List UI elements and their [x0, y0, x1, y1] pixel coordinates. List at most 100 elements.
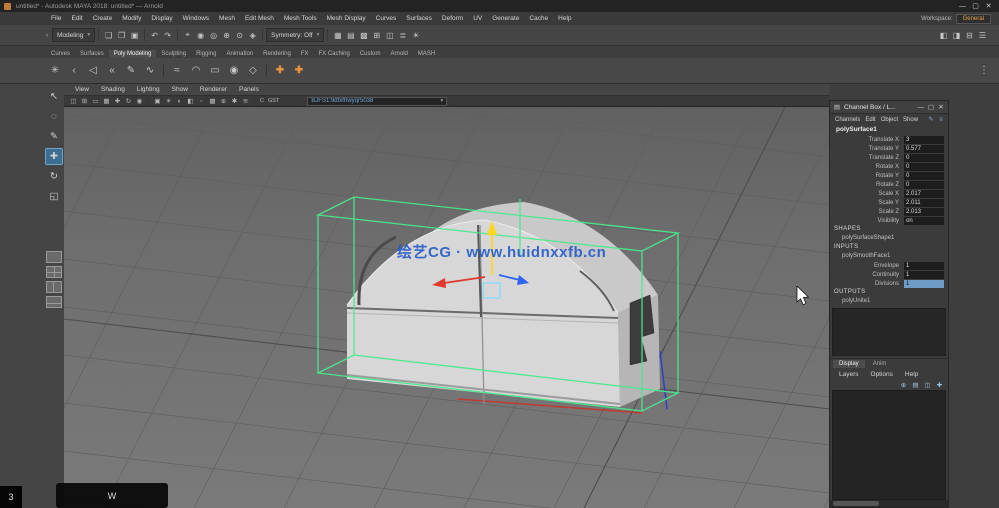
gate-mask-icon[interactable]: ◧: [185, 96, 196, 106]
channel-value-field[interactable]: 2.013: [904, 207, 944, 216]
lasso-tool-button[interactable]: ◌: [45, 108, 63, 125]
shelf-tab-mash[interactable]: MASH: [413, 50, 440, 58]
rotate-tool-button[interactable]: ↻: [45, 168, 63, 185]
window-close-button[interactable]: ✕: [982, 2, 995, 10]
channel-box-menu-channels[interactable]: Channels: [833, 117, 862, 123]
camera-attributes-icon[interactable]: ▭: [90, 96, 101, 106]
extend-curve-icon[interactable]: ◇: [244, 62, 262, 80]
layer-menu-layers[interactable]: Layers: [834, 371, 864, 378]
gate-ratio-chip[interactable]: GST: [266, 98, 281, 104]
symmetry-dropdown[interactable]: Symmetry: Off ▾: [266, 28, 325, 42]
render-setup-icon[interactable]: ≣: [396, 29, 409, 42]
manipulator-mode-icon[interactable]: ✎: [927, 116, 935, 124]
layer-tab-anim[interactable]: Anim: [867, 360, 893, 368]
channel-value-field[interactable]: 0: [904, 171, 944, 180]
selected-object-name[interactable]: polySurface1: [830, 125, 948, 135]
wireframe-shaded-icon[interactable]: ✱: [229, 96, 240, 106]
textured-icon[interactable]: ≋: [240, 96, 251, 106]
menu-mesh[interactable]: Mesh: [214, 15, 240, 22]
shelf-tab-surfaces[interactable]: Surfaces: [75, 50, 109, 58]
panel-menu-view[interactable]: View: [70, 86, 94, 93]
snap-to-grid-icon[interactable]: ⌖: [181, 29, 194, 42]
ep-curve-tool-icon[interactable]: ✳: [46, 62, 64, 80]
make-live-icon[interactable]: ⊙: [233, 29, 246, 42]
panel-menu-lighting[interactable]: Lighting: [132, 86, 165, 93]
channel-box-maximize-button[interactable]: ▢: [926, 103, 936, 111]
shelf-tab-custom[interactable]: Custom: [355, 50, 386, 58]
layer-list-scrollbar[interactable]: [830, 500, 948, 507]
gate-chip[interactable]: C: [258, 98, 266, 104]
shelf-tab-sculpting[interactable]: Sculpting: [156, 50, 191, 58]
layer-menu-options[interactable]: Options: [866, 371, 898, 378]
channel-box-close-button[interactable]: ✕: [936, 103, 946, 111]
channel-value-field[interactable]: 2.017: [904, 189, 944, 198]
snap-to-point-icon[interactable]: ◎: [207, 29, 220, 42]
shape-node-name[interactable]: polySurfaceShape1: [830, 234, 948, 243]
move-layer-up-icon[interactable]: ⊕: [899, 380, 908, 389]
window-minimize-button[interactable]: —: [956, 3, 969, 10]
menu-create[interactable]: Create: [88, 15, 118, 22]
layer-tab-display[interactable]: Display: [833, 360, 865, 368]
menu-modify[interactable]: Modify: [117, 15, 146, 22]
shelf-tab-rigging[interactable]: Rigging: [191, 50, 221, 58]
new-scene-button[interactable]: ❏: [102, 29, 115, 42]
output-node-name[interactable]: polyUnite1: [830, 297, 948, 306]
layer-menu-help[interactable]: Help: [900, 371, 923, 378]
channel-value-field[interactable]: on: [904, 216, 944, 225]
move-tool-button[interactable]: ✚: [45, 148, 63, 165]
menu-uv[interactable]: UV: [468, 15, 487, 22]
resolution-gate-icon[interactable]: ◐: [174, 96, 185, 106]
oversampling-icon[interactable]: ◉: [134, 96, 145, 106]
add-divider-to-shelf-icon[interactable]: ✚: [290, 62, 308, 80]
pencil-curve-tool-icon[interactable]: «: [103, 62, 121, 80]
menu-deform[interactable]: Deform: [437, 15, 468, 22]
menu-edit[interactable]: Edit: [66, 15, 87, 22]
menu-set-dropdown[interactable]: Modeling ▾: [52, 28, 96, 42]
ipr-render-icon[interactable]: ▩: [357, 29, 370, 42]
shelf-tab-curves[interactable]: Curves: [46, 50, 75, 58]
viewport-canvas[interactable]: [64, 107, 830, 508]
menu-cache[interactable]: Cache: [524, 15, 553, 22]
viewport-selection-combo[interactable]: BJFS1:9dfxfhwyqr5038 ▾: [307, 96, 448, 106]
safe-action-icon[interactable]: ▩: [207, 96, 218, 106]
save-scene-button[interactable]: ▣: [128, 29, 141, 42]
shelf-overflow-menu-icon[interactable]: ⋮: [975, 62, 993, 80]
menu-curves[interactable]: Curves: [371, 15, 402, 22]
select-tool-button[interactable]: ↖: [45, 88, 63, 105]
shelf-tab-rendering[interactable]: Rendering: [258, 50, 296, 58]
menu-help[interactable]: Help: [553, 15, 576, 22]
freehand-curve-icon[interactable]: ✎: [122, 62, 140, 80]
menu-display[interactable]: Display: [146, 15, 177, 22]
layout-pane-with-outliner-button[interactable]: [46, 296, 62, 308]
paint-select-tool-button[interactable]: ✎: [45, 128, 63, 145]
shelf-tab-fx[interactable]: FX: [296, 50, 314, 58]
channel-value-field[interactable]: 3: [904, 135, 944, 144]
menu-generate[interactable]: Generate: [487, 15, 524, 22]
panel-menu-renderer[interactable]: Renderer: [195, 86, 232, 93]
channel-value-field[interactable]: 0: [904, 153, 944, 162]
light-editor-icon[interactable]: ☀: [409, 29, 422, 42]
empty-layer-icon[interactable]: ▤: [911, 380, 920, 389]
layer-list[interactable]: [832, 390, 946, 500]
panel-menu-shading[interactable]: Shading: [96, 86, 130, 93]
render-view-icon[interactable]: ▦: [331, 29, 344, 42]
arc-tool-icon[interactable]: ∿: [141, 62, 159, 80]
workspace-selector[interactable]: General: [955, 13, 991, 24]
snap-to-curve-icon[interactable]: ◉: [194, 29, 207, 42]
shelf-tab-fx-caching[interactable]: FX Caching: [313, 50, 354, 58]
add-to-shelf-icon[interactable]: ✚: [271, 62, 289, 80]
channel-box-menu-show[interactable]: Show: [901, 117, 920, 123]
hypershade-icon[interactable]: ◫: [383, 29, 396, 42]
insert-knot-icon[interactable]: ◉: [225, 62, 243, 80]
menu-mesh-tools[interactable]: Mesh Tools: [279, 15, 322, 22]
channel-value-field[interactable]: 0: [904, 180, 944, 189]
layout-four-pane-button[interactable]: [46, 266, 62, 278]
select-camera-icon[interactable]: ◫: [68, 96, 79, 106]
panel-menu-show[interactable]: Show: [167, 86, 193, 93]
panel-menu-panels[interactable]: Panels: [234, 86, 264, 93]
curve-fillet-icon[interactable]: ≈: [168, 62, 186, 80]
shelf-tab-poly-modeling[interactable]: Poly Modeling: [108, 50, 157, 58]
render-settings-icon[interactable]: ⊞: [370, 29, 383, 42]
channel-value-field-selected[interactable]: 1: [904, 279, 944, 288]
two-d-pan-zoom-icon[interactable]: ↻: [123, 96, 134, 106]
